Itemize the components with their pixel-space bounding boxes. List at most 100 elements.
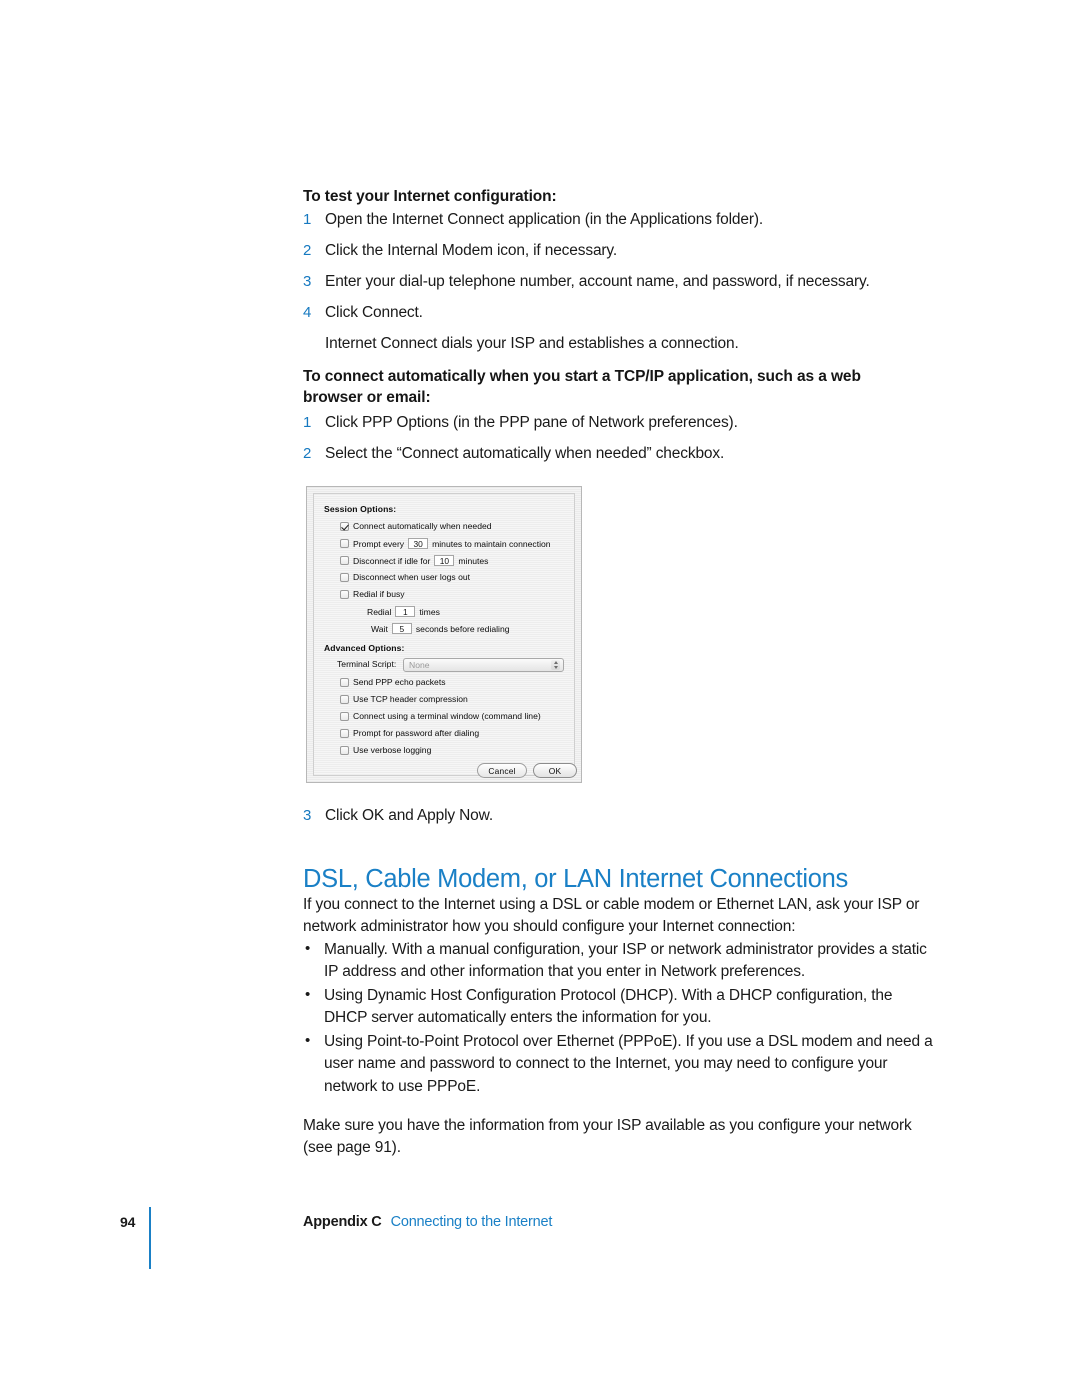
step-item: 2 Select the “Connect automatically when… <box>303 443 943 465</box>
terminal-window-checkbox[interactable] <box>340 711 349 721</box>
wait-seconds-row[interactable]: Wait 5 seconds before redialing <box>371 623 510 634</box>
redial-times-input[interactable]: 1 <box>395 606 416 617</box>
prompt-password-row[interactable]: Prompt for password after dialing <box>340 728 479 738</box>
chevron-updown-icon <box>551 660 560 670</box>
verbose-logging-checkbox[interactable] <box>340 745 349 755</box>
redial-times-label-after: times <box>419 606 440 617</box>
footer-breadcrumb: Appendix C Connecting to the Internet <box>303 1214 552 1230</box>
prompt-every-label-before: Prompt every <box>353 538 405 549</box>
step-text: Click OK and Apply Now. <box>325 807 493 824</box>
test-configuration-heading: To test your Internet configuration: <box>303 188 557 205</box>
dsl-section-closing: Make sure you have the information from … <box>303 1117 912 1156</box>
step-number: 4 <box>303 304 312 321</box>
wait-seconds-input[interactable]: 5 <box>391 623 412 634</box>
connect-automatically-checkbox[interactable] <box>340 521 349 531</box>
step-number: 2 <box>303 242 312 259</box>
send-ppp-echo-checkbox[interactable] <box>340 677 349 687</box>
ppp-options-dialog-screenshot: Session Options: Connect automatically w… <box>306 486 582 783</box>
cancel-button[interactable]: Cancel <box>477 763 527 778</box>
terminal-window-row[interactable]: Connect using a terminal window (command… <box>340 711 541 721</box>
test-configuration-section: To test your Internet configuration: <box>303 186 943 207</box>
redial-if-busy-checkbox[interactable] <box>340 589 349 599</box>
list-item: • Manually. With a manual configuration,… <box>303 939 938 984</box>
ok-button[interactable]: OK <box>533 763 577 778</box>
test-configuration-note: Internet Connect dials your ISP and esta… <box>325 335 739 352</box>
step-text: Select the “Connect automatically when n… <box>325 445 725 462</box>
step-item: 2 Click the Internal Modem icon, if nece… <box>303 240 943 262</box>
step-item: 4 Click Connect. <box>303 302 943 324</box>
disconnect-idle-checkbox[interactable] <box>340 556 349 565</box>
step-number: 1 <box>303 414 312 431</box>
terminal-script-value: None <box>409 660 430 670</box>
advanced-options-title: Advanced Options: <box>324 643 405 653</box>
terminal-script-popup[interactable]: None <box>403 658 564 672</box>
auto-connect-heading: To connect automatically when you start … <box>303 368 861 407</box>
step-number: 2 <box>303 445 312 462</box>
wait-seconds-label-after: seconds before redialing <box>415 623 510 634</box>
list-item-text: Manually. With a manual configuration, y… <box>324 941 927 981</box>
terminal-script-label: Terminal Script: <box>337 659 397 669</box>
step-item: 3 Enter your dial-up telephone number, a… <box>303 271 943 293</box>
disconnect-logout-label: Disconnect when user logs out <box>353 572 471 582</box>
bullet-icon: • <box>305 985 311 1003</box>
prompt-password-label: Prompt for password after dialing <box>353 728 480 738</box>
tcp-header-compression-row[interactable]: Use TCP header compression <box>340 694 468 704</box>
dialog-inner-frame: Session Options: Connect automatically w… <box>313 493 577 778</box>
list-item-text: Using Dynamic Host Configuration Protoco… <box>324 986 893 1027</box>
document-page: To test your Internet configuration: 1 O… <box>0 0 1080 1397</box>
step-text: Enter your dial-up telephone number, acc… <box>325 273 870 290</box>
footer-chapter-link: Connecting to the Internet <box>390 1214 553 1230</box>
prompt-every-row[interactable]: Prompt every 30 minutes to maintain conn… <box>340 538 551 549</box>
bullet-icon: • <box>305 940 311 957</box>
prompt-every-label-after: minutes to maintain connection <box>432 538 551 549</box>
connect-automatically-row[interactable]: Connect automatically when needed <box>340 521 492 531</box>
step-number: 3 <box>303 807 312 824</box>
redial-times-label-before: Redial <box>367 606 392 617</box>
list-item: • Using Point-to-Point Protocol over Eth… <box>303 1031 938 1098</box>
dsl-connection-methods-list: • Manually. With a manual configuration,… <box>303 939 938 1099</box>
verbose-logging-label: Use verbose logging <box>353 745 432 755</box>
list-item: • Using Dynamic Host Configuration Proto… <box>303 985 938 1030</box>
ok-button-label: OK <box>548 765 562 776</box>
step-text: Click PPP Options (in the PPP pane of Ne… <box>325 414 738 431</box>
redial-times-row[interactable]: Redial 1 times <box>367 606 440 617</box>
connect-automatically-label: Connect automatically when needed <box>353 521 492 531</box>
tcp-header-compression-label: Use TCP header compression <box>353 694 468 704</box>
dsl-section-intro: If you connect to the Internet using a D… <box>303 896 920 935</box>
prompt-every-checkbox[interactable] <box>340 539 349 548</box>
terminal-window-label: Connect using a terminal window (command… <box>353 711 541 721</box>
step-number: 3 <box>303 273 312 290</box>
step-number: 1 <box>303 211 312 228</box>
list-item-text: Using Point-to-Point Protocol over Ether… <box>324 1032 933 1095</box>
step-item: 3 Click OK and Apply Now. <box>303 805 943 827</box>
bullet-icon: • <box>305 1031 311 1049</box>
footer-appendix-label: Appendix C <box>303 1214 382 1230</box>
footer-divider <box>149 1207 151 1269</box>
session-options-title: Session Options: <box>324 504 397 514</box>
test-configuration-steps: 1 Open the Internet Connect application … <box>303 209 943 355</box>
verbose-logging-row[interactable]: Use verbose logging <box>340 745 431 755</box>
redial-if-busy-label: Redial if busy <box>353 589 405 599</box>
step-text: Open the Internet Connect application (i… <box>325 211 764 228</box>
tcp-header-compression-checkbox[interactable] <box>340 694 349 704</box>
cancel-button-label: Cancel <box>488 765 516 776</box>
prompt-every-minutes-input[interactable]: 30 <box>408 538 429 549</box>
disconnect-idle-label-before: Disconnect if idle for <box>353 555 431 566</box>
disconnect-idle-minutes-input[interactable]: 10 <box>434 555 455 566</box>
send-ppp-echo-row[interactable]: Send PPP echo packets <box>340 677 446 687</box>
prompt-password-checkbox[interactable] <box>340 728 349 738</box>
disconnect-idle-row[interactable]: Disconnect if idle for 10 minutes <box>340 555 488 566</box>
page-number: 94 <box>120 1214 136 1230</box>
terminal-script-label-row: Terminal Script: <box>337 659 396 669</box>
disconnect-logout-checkbox[interactable] <box>340 572 349 582</box>
redial-if-busy-row[interactable]: Redial if busy <box>340 589 405 599</box>
auto-connect-section: To connect automatically when you start … <box>303 366 909 409</box>
step-item: 1 Click PPP Options (in the PPP pane of … <box>303 412 943 434</box>
step-text: Click Connect. <box>325 304 423 321</box>
step-text: Click the Internal Modem icon, if necess… <box>325 242 618 259</box>
dsl-section-title: DSL, Cable Modem, or LAN Internet Connec… <box>303 865 848 893</box>
auto-connect-steps: 1 Click PPP Options (in the PPP pane of … <box>303 412 943 474</box>
send-ppp-echo-label: Send PPP echo packets <box>353 677 446 687</box>
disconnect-logout-row[interactable]: Disconnect when user logs out <box>340 572 470 582</box>
wait-seconds-label-before: Wait <box>371 623 388 634</box>
